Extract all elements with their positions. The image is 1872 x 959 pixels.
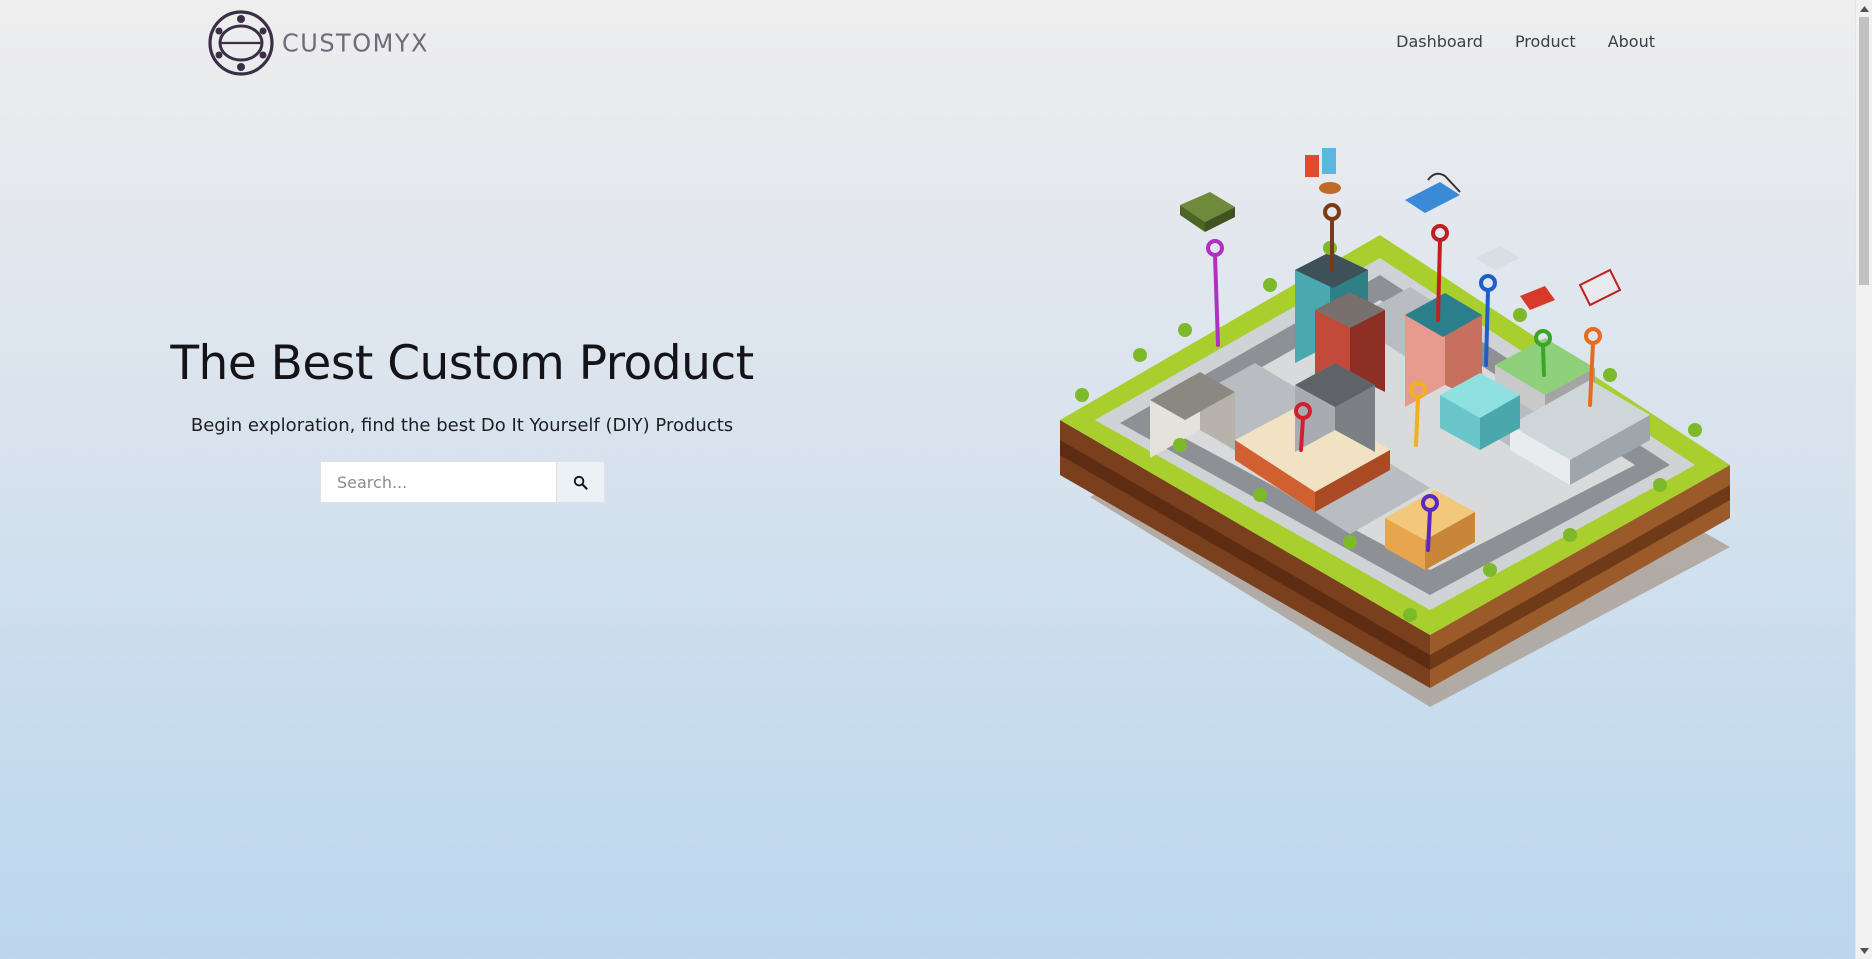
brand-logo[interactable]: CUSTOMYX [206, 8, 429, 78]
search-input[interactable] [320, 461, 556, 503]
isometric-city-illustration [1060, 148, 1730, 707]
scroll-down-arrow-icon[interactable] [1856, 942, 1872, 959]
scroll-up-arrow-icon[interactable] [1856, 0, 1872, 17]
nav-dashboard[interactable]: Dashboard [1396, 32, 1483, 51]
nav-about[interactable]: About [1608, 32, 1655, 51]
vertical-scrollbar[interactable] [1855, 0, 1872, 959]
main-nav: Dashboard Product About [1396, 32, 1655, 51]
page: CUSTOMYX Dashboard Product About The Bes… [0, 0, 1855, 959]
search-bar [320, 461, 605, 503]
nav-product[interactable]: Product [1515, 32, 1576, 51]
orbit-logo-icon [208, 10, 274, 76]
brand-name: CUSTOMYX [282, 28, 429, 58]
hero-subtitle: Begin exploration, find the best Do It Y… [190, 415, 734, 436]
hero-title: The Best Custom Product [170, 336, 754, 391]
scrollbar-thumb[interactable] [1859, 17, 1869, 285]
search-button[interactable] [556, 461, 605, 503]
search-icon [573, 475, 588, 490]
